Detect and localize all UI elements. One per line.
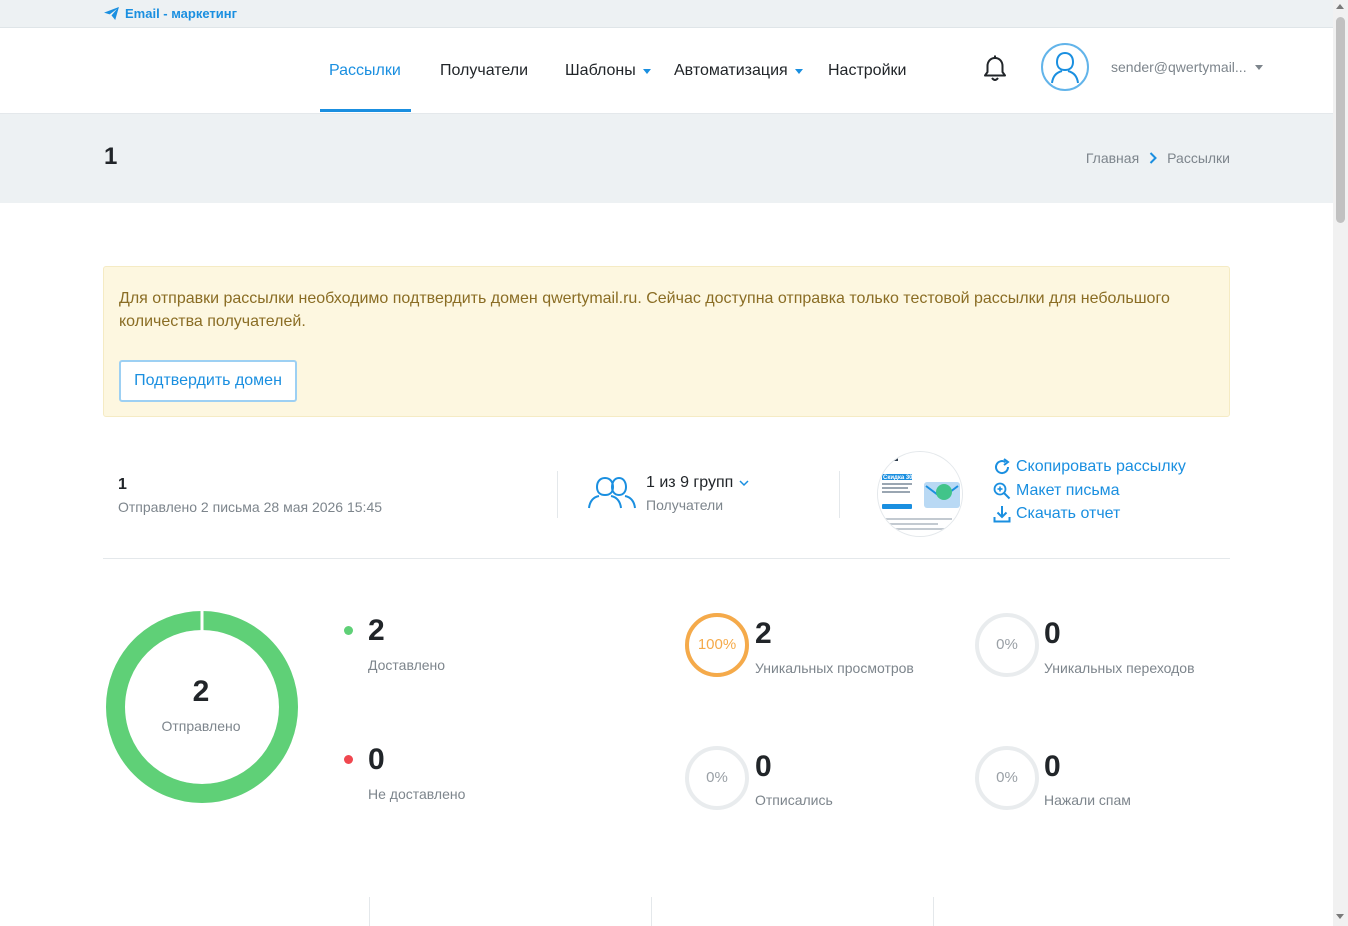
top-strip: Email - маркетинг bbox=[0, 0, 1333, 28]
brand-label: Email - маркетинг bbox=[125, 6, 238, 21]
divider bbox=[369, 897, 370, 926]
nav-item-settings[interactable]: Настройки bbox=[828, 28, 906, 113]
bell-icon[interactable] bbox=[982, 55, 1008, 83]
divider bbox=[839, 471, 840, 518]
main-navbar: Рассылки Получатели Шаблоны Автоматизаци… bbox=[0, 28, 1333, 114]
recipients-label: Получатели bbox=[646, 497, 724, 513]
user-email: sender@qwertymail... bbox=[1111, 59, 1247, 75]
sent-label: Отправлено bbox=[161, 718, 241, 734]
recipients-group-icon bbox=[588, 476, 636, 509]
page-title: 1 bbox=[104, 143, 118, 170]
copy-campaign-label: Скопировать рассылку bbox=[1016, 458, 1186, 475]
scroll-up-arrow-icon[interactable] bbox=[1336, 4, 1344, 9]
campaign-name: 1 bbox=[118, 476, 127, 493]
chevron-right-icon bbox=[1149, 152, 1158, 164]
unique-clicks-label: Уникальных переходов bbox=[1044, 660, 1195, 676]
caret-down-icon bbox=[794, 69, 803, 74]
nav-item-label: Рассылки bbox=[329, 61, 401, 79]
paper-plane-icon bbox=[104, 7, 119, 20]
scroll-down-arrow-icon[interactable] bbox=[1336, 914, 1344, 919]
breadcrumb: Главная Рассылки bbox=[1086, 150, 1230, 166]
divider bbox=[933, 897, 934, 926]
delivered-label: Доставлено bbox=[368, 657, 446, 673]
page-header: 1 Главная Рассылки bbox=[0, 114, 1333, 203]
groups-count: 1 из 9 групп bbox=[646, 474, 734, 491]
user-menu[interactable]: sender@qwertymail... bbox=[1111, 59, 1263, 75]
alert-text: Для отправки рассылки необходимо подтвер… bbox=[119, 290, 1170, 330]
delivered-count: 2 bbox=[368, 614, 385, 647]
thumbnail-text: Скидка 30% bbox=[883, 475, 919, 481]
email-layout-label: Макет письма bbox=[1016, 482, 1120, 499]
copy-campaign-link[interactable]: Скопировать рассылку bbox=[993, 458, 1186, 476]
chevron-down-icon bbox=[739, 479, 749, 486]
unsubscribed-count: 0 bbox=[755, 750, 772, 783]
not-delivered-label: Не доставлено bbox=[368, 786, 466, 802]
caret-down-icon bbox=[642, 69, 651, 74]
unsubscribed-label: Отписались bbox=[755, 792, 833, 808]
download-report-label: Скачать отчет bbox=[1016, 505, 1121, 522]
nav-item-campaigns[interactable]: Рассылки bbox=[329, 28, 401, 113]
confirm-domain-button[interactable]: Подтвердить домен bbox=[119, 360, 297, 402]
unique-views-count: 2 bbox=[755, 617, 772, 650]
campaign-sent-info: Отправлено 2 письма 28 мая 2026 15:45 bbox=[118, 499, 383, 515]
nav-item-recipients[interactable]: Получатели bbox=[440, 28, 528, 113]
sent-count: 2 bbox=[192, 675, 210, 708]
nav-item-label: Автоматизация bbox=[674, 61, 788, 79]
spam-count: 0 bbox=[1044, 750, 1061, 783]
campaign-info: 1 Отправлено 2 письма 28 мая 2026 15:45 … bbox=[103, 440, 1230, 559]
not-delivered-count: 0 bbox=[368, 743, 385, 776]
unique-clicks-percent: 0% bbox=[996, 636, 1018, 653]
page-scrollbar[interactable] bbox=[1333, 0, 1348, 926]
download-report-link[interactable]: Скачать отчет bbox=[993, 505, 1120, 523]
divider bbox=[557, 471, 558, 518]
spam-percent: 0% bbox=[996, 769, 1018, 786]
email-thumbnail[interactable]: Скидка 30% bbox=[877, 451, 963, 537]
domain-warning-alert: Для отправки рассылки необходимо подтвер… bbox=[103, 266, 1230, 417]
caret-down-icon bbox=[1254, 64, 1263, 70]
not-delivered-dot bbox=[344, 755, 353, 764]
unique-views-percent: 100% bbox=[697, 636, 737, 653]
email-layout-link[interactable]: Макет письма bbox=[993, 482, 1120, 500]
scrollbar-thumb[interactable] bbox=[1336, 17, 1345, 223]
avatar[interactable] bbox=[1041, 43, 1089, 91]
active-nav-underline bbox=[320, 109, 411, 112]
divider bbox=[651, 897, 652, 926]
unique-clicks-count: 0 bbox=[1044, 617, 1061, 650]
unique-views-label: Уникальных просмотров bbox=[755, 660, 914, 676]
zoom-in-icon bbox=[993, 482, 1011, 500]
nav-item-label: Получатели bbox=[440, 61, 529, 79]
nav-item-automation[interactable]: Автоматизация bbox=[674, 28, 803, 113]
nav-item-templates[interactable]: Шаблоны bbox=[565, 28, 651, 113]
breadcrumb-current: Рассылки bbox=[1167, 150, 1230, 166]
user-icon bbox=[1051, 51, 1079, 84]
email-preview-image: Скидка 30% bbox=[878, 452, 962, 536]
refresh-icon bbox=[995, 458, 1010, 475]
download-icon bbox=[993, 506, 1011, 523]
groups-selector[interactable]: 1 из 9 групп bbox=[646, 474, 749, 492]
unsubscribed-percent: 0% bbox=[706, 769, 728, 786]
nav-item-label: Настройки bbox=[828, 61, 907, 79]
delivered-dot bbox=[344, 626, 353, 635]
nav-item-label: Шаблоны bbox=[565, 61, 636, 79]
spam-label: Нажали спам bbox=[1044, 792, 1131, 808]
brand-link[interactable]: Email - маркетинг bbox=[104, 6, 237, 21]
breadcrumb-home[interactable]: Главная bbox=[1086, 150, 1139, 166]
